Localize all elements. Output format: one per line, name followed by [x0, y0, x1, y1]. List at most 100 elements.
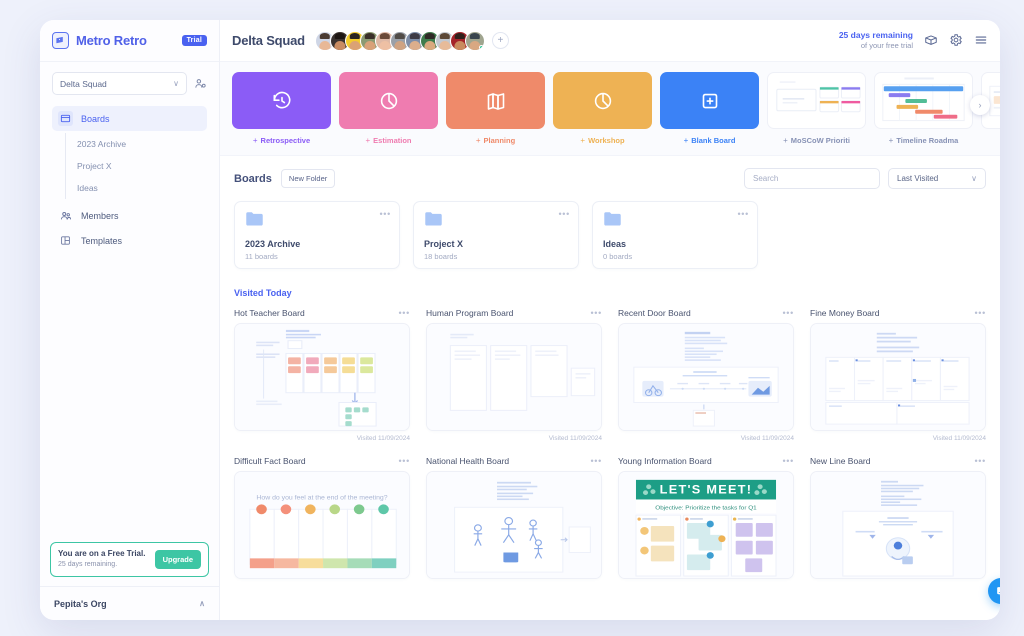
sort-select[interactable]: Last Visited ∨ — [888, 168, 986, 189]
folder-count: 11 boards — [245, 252, 278, 261]
board-thumbnail[interactable] — [618, 323, 794, 431]
add-member-button[interactable]: + — [491, 32, 509, 49]
upgrade-button[interactable]: Upgrade — [154, 550, 201, 570]
chat-bubble-icon — [996, 586, 1000, 595]
chevron-down-icon: ∨ — [173, 79, 179, 88]
template-label-wrap: + Timeline Roadma — [874, 136, 973, 145]
board-thumbnail[interactable] — [426, 323, 602, 431]
topbar: Delta Squad + 25 days remaining of your … — [220, 20, 1000, 62]
board-header: Recent Door Board ••• — [618, 308, 794, 318]
board-visited-date: Visited 11/09/2024 — [548, 435, 602, 442]
sidebar-item-members[interactable]: Members — [52, 203, 207, 228]
board-thumbnail[interactable]: How do you feel at the end of the meetin… — [234, 471, 410, 579]
sidebar-item-label: Members — [81, 210, 119, 221]
diagram-center-thumb — [811, 472, 985, 578]
boards-toolbar: Boards New Folder Search Last Visited ∨ — [234, 168, 986, 189]
member-avatars: + — [314, 30, 509, 51]
squad-select[interactable]: Delta Squad ∨ — [52, 72, 187, 95]
metro-retro-logo-icon — [52, 32, 69, 49]
search-input[interactable]: Search — [744, 168, 880, 189]
board-cell: Recent Door Board ••• Visited 11/09/2024 — [618, 308, 794, 442]
svg-text:Objective: Prioritize the task: Objective: Prioritize the tasks for Q1 — [655, 504, 757, 511]
folder-card-project-x[interactable]: ••• Project X 18 boards — [413, 201, 579, 269]
board-thumbnail[interactable] — [234, 323, 410, 431]
content-scroller[interactable]: + Retrospective + Estimation + Planning … — [220, 62, 1000, 620]
template-label: Blank Board — [691, 136, 736, 145]
board-thumbnail[interactable]: LET'S MEET! Objective: Prioritize the ta… — [618, 471, 794, 579]
board-thumbnail[interactable] — [426, 471, 602, 579]
svg-text:How do you feel at the end of: How do you feel at the end of the meetin… — [256, 495, 387, 502]
board-name: National Health Board — [426, 456, 510, 466]
template-thumb — [767, 72, 866, 129]
board-menu-button[interactable]: ••• — [782, 456, 794, 466]
add-member-icon[interactable] — [194, 77, 207, 90]
board-menu-button[interactable]: ••• — [974, 308, 986, 318]
board-grid: Hot Teacher Board ••• Visited 11/09/2024… — [234, 308, 986, 583]
board-menu-button[interactable]: ••• — [590, 308, 602, 318]
folder-menu-button[interactable]: ••• — [379, 210, 391, 219]
gift-box-icon[interactable] — [924, 33, 938, 47]
sidebar-subitem-label: 2023 Archive — [77, 139, 127, 149]
board-menu-button[interactable]: ••• — [590, 456, 602, 466]
trial-badge: Trial — [181, 35, 207, 46]
board-thumbnail[interactable] — [810, 323, 986, 431]
template-label-wrap: + Retrospective — [232, 136, 331, 145]
templates-next-arrow[interactable]: › — [970, 95, 990, 115]
sidebar-item-boards[interactable]: Boards — [52, 106, 207, 131]
visited-today-heading: Visited Today — [234, 288, 292, 298]
board-visited-date: Visited 11/09/2024 — [932, 435, 986, 442]
avatar[interactable] — [464, 30, 485, 51]
folder-menu-button[interactable]: ••• — [737, 210, 749, 219]
folder-icon — [245, 211, 389, 232]
folder-card-ideas[interactable]: ••• Ideas 0 boards — [592, 201, 758, 269]
template-label-wrap: + Estimation — [339, 136, 438, 145]
board-cell: Fine Money Board ••• Visited 11/09/2024 — [810, 308, 986, 442]
brand-header: Metro Retro Trial — [40, 20, 219, 62]
folder-count: 0 boards — [603, 252, 633, 261]
org-switcher[interactable]: Pepita's Org ∧ — [40, 586, 219, 620]
sidebar-item-ideas[interactable]: Ideas — [77, 177, 207, 199]
template-card-blank-board[interactable]: + Blank Board — [660, 72, 759, 145]
sidebar-item-project-x[interactable]: Project X — [77, 155, 207, 177]
template-thumb — [553, 72, 652, 129]
sidebar: Metro Retro Trial Delta Squad ∨ Boards 2… — [40, 20, 220, 620]
board-visited-date: Visited 11/09/2024 — [740, 435, 794, 442]
template-label: Planning — [483, 136, 516, 145]
new-folder-button[interactable]: New Folder — [280, 169, 336, 188]
kanban-sticky-thumb — [235, 324, 409, 430]
folder-name: Ideas — [603, 239, 627, 249]
sidebar-item-label: Boards — [81, 113, 110, 124]
topbar-right: 25 days remaining of your free trial — [839, 30, 988, 51]
svg-text:LET'S MEET!: LET'S MEET! — [660, 483, 753, 496]
hamburger-menu-icon[interactable] — [974, 33, 988, 47]
template-card-planning[interactable]: + Planning — [446, 72, 545, 145]
board-thumbnail[interactable] — [810, 471, 986, 579]
board-menu-button[interactable]: ••• — [974, 456, 986, 466]
folder-menu-button[interactable]: ••• — [558, 210, 570, 219]
search-placeholder: Search — [753, 174, 779, 183]
board-menu-button[interactable]: ••• — [782, 308, 794, 318]
templates-icon — [58, 233, 73, 248]
board-menu-button[interactable]: ••• — [398, 308, 410, 318]
sidebar-item-templates[interactable]: Templates — [52, 228, 207, 253]
board-visited-date: Visited 11/09/2024 — [356, 435, 410, 442]
template-card-estimation[interactable]: + Estimation — [339, 72, 438, 145]
board-header: Hot Teacher Board ••• — [234, 308, 410, 318]
template-card-retrospective[interactable]: + Retrospective — [232, 72, 331, 145]
board-name: Recent Door Board — [618, 308, 691, 318]
free-trial-box: You are on a Free Trial. 25 days remaini… — [50, 542, 209, 577]
grid-table-thumb — [811, 324, 985, 430]
gear-icon[interactable] — [949, 33, 963, 47]
template-label-wrap: + Workshop — [553, 136, 652, 145]
template-thumb — [232, 72, 331, 129]
sidebar-item-2023-archive[interactable]: 2023 Archive — [77, 133, 207, 155]
template-card-workshop[interactable]: + Workshop — [553, 72, 652, 145]
board-name: Fine Money Board — [810, 308, 880, 318]
folder-card-2023-archive[interactable]: ••• 2023 Archive 11 boards — [234, 201, 400, 269]
template-card-timeline[interactable]: + Timeline Roadma — [874, 72, 973, 145]
template-card-moscow[interactable]: + MoSCoW Prioriti — [767, 72, 866, 145]
sidebar-sublist: 2023 Archive Project X Ideas — [65, 133, 207, 199]
board-cell: Hot Teacher Board ••• Visited 11/09/2024 — [234, 308, 410, 442]
plus-icon: + — [683, 136, 689, 145]
board-menu-button[interactable]: ••• — [398, 456, 410, 466]
